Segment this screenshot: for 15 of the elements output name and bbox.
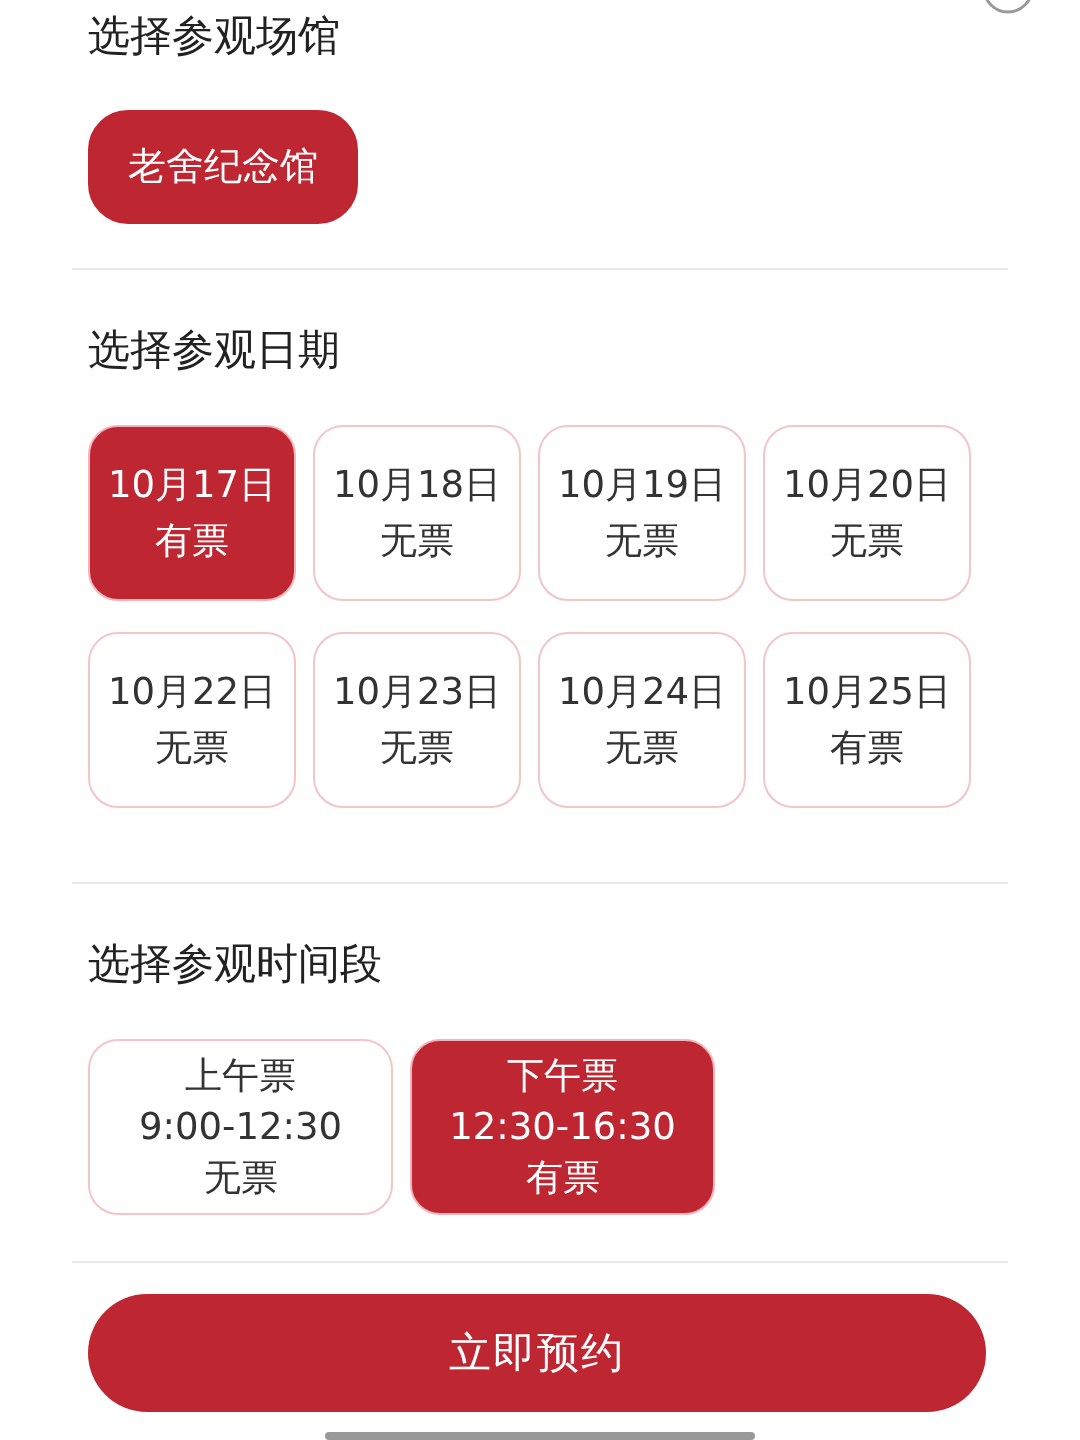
date-option[interactable]: 10月19日 无票 <box>538 424 746 601</box>
venue-option[interactable]: 老舍纪念馆 <box>88 110 358 224</box>
date-option[interactable]: 10月20日 无票 <box>763 424 971 601</box>
session-option[interactable]: 下午票 12:30-16:30 有票 <box>410 1038 715 1215</box>
section-title: 选择参观日期 <box>87 323 341 376</box>
section-title: 选择参观时间段 <box>87 937 383 990</box>
date-option[interactable]: 10月18日 无票 <box>313 424 521 601</box>
session-option[interactable]: 上午票 9:00-12:30 无票 <box>88 1038 393 1215</box>
section-title: 选择参观场馆 <box>87 10 341 62</box>
date-option[interactable]: 10月25日 有票 <box>763 631 971 808</box>
date-option[interactable]: 10月24日 无票 <box>538 631 746 808</box>
date-option[interactable]: 10月22日 无票 <box>88 631 296 808</box>
date-option[interactable]: 10月23日 无票 <box>313 631 521 808</box>
submit-button[interactable]: 立即预约 <box>88 1293 986 1413</box>
date-option[interactable]: 10月17日 有票 <box>88 424 296 601</box>
